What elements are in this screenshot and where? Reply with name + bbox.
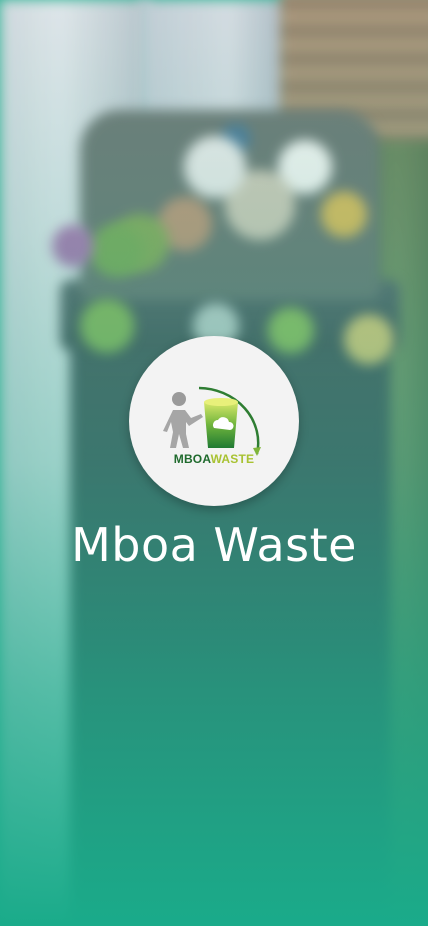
logo-wordmark: MBOAWASTE xyxy=(173,452,255,466)
app-title: Mboa Waste xyxy=(71,518,357,572)
splash-screen: MBOAWASTE Mboa Waste xyxy=(0,0,428,926)
app-logo: MBOAWASTE xyxy=(129,336,299,506)
recycle-person-bin-icon xyxy=(163,386,261,456)
